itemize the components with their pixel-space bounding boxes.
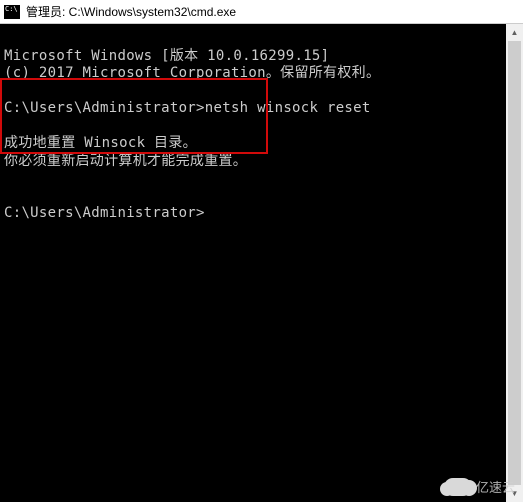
watermark: 亿速云 [444, 477, 515, 496]
prompt-line-1: C:\Users\Administrator>netsh winsock res… [4, 100, 371, 116]
prompt-path: C:\Users\Administrator> [4, 100, 205, 116]
copyright-line: (c) 2017 Microsoft Corporation。保留所有权利。 [4, 65, 380, 81]
scrollbar-thumb[interactable] [508, 41, 521, 485]
watermark-text: 亿速云 [476, 477, 515, 496]
scrollbar-track[interactable] [506, 41, 523, 485]
window-title-bar: 管理员: C:\Windows\system32\cmd.exe [0, 0, 523, 24]
command-text: netsh winsock reset [205, 100, 371, 116]
cloud-icon [444, 478, 472, 496]
prompt-path: C:\Users\Administrator> [4, 205, 205, 221]
vertical-scrollbar[interactable]: ▲ ▼ [506, 24, 523, 502]
scroll-up-button[interactable]: ▲ [506, 24, 523, 41]
version-line: Microsoft Windows [版本 10.0.16299.15] [4, 48, 329, 64]
result-line-2: 你必须重新启动计算机才能完成重置。 [4, 153, 247, 169]
result-line-1: 成功地重置 Winsock 目录。 [4, 135, 197, 151]
terminal-area[interactable]: Microsoft Windows [版本 10.0.16299.15] (c)… [0, 24, 523, 502]
cmd-icon [4, 5, 20, 19]
prompt-line-2[interactable]: C:\Users\Administrator> [4, 205, 205, 221]
window-title-text: 管理员: C:\Windows\system32\cmd.exe [26, 3, 236, 20]
